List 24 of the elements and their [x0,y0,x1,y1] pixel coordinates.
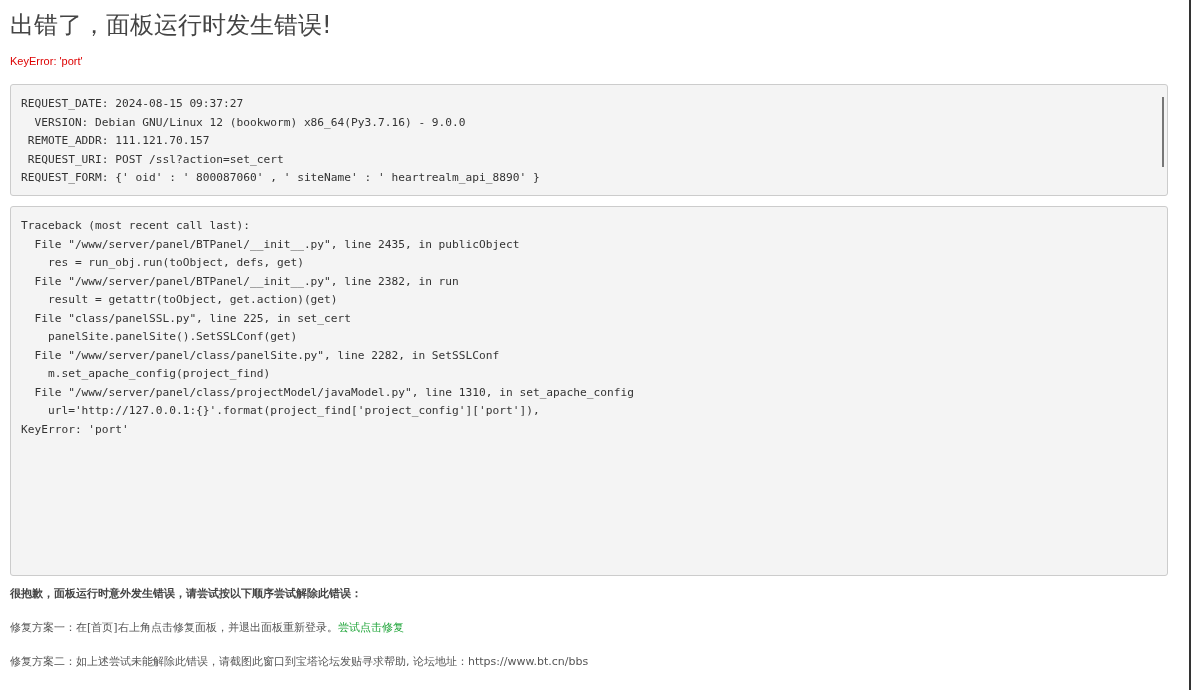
scrollbar[interactable] [1162,97,1164,167]
code-line: res = run_obj.run(toObject, defs, get) [46,255,305,271]
repair-link[interactable]: 尝试点击修复 [337,621,404,634]
code-line: url='http://127.0.0.1:{}'.format(project_find['project_config']['port']), [46,403,541,419]
code-line: REQUEST_URI: POST /ssl?action=set_cert [26,151,285,168]
fix-text: 修复方案一：在[首页]右上角点击修复面板，并退出面板重新登录。 [10,621,338,634]
code-line: Traceback (most recent call last): [21,218,251,234]
code-line: File "/www/server/panel/BTPanel/__init__.py", line 2382, in run [33,273,460,290]
apology-text: 很抱歉，面板运行时意外发生错误，请尝试按以下顺序尝试解除此错误： [10,586,363,601]
code-line: File "/www/server/panel/class/projectModel/javaModel.py", line 1310, in set_apache_config [33,384,635,401]
code-line: REQUEST_DATE: 2024-08-15 09:37:27 [21,96,245,112]
code-line: File "/www/server/panel/BTPanel/__init__.py", line 2435, in publicObject [33,236,521,253]
code-line: REMOTE_ADDR: 111.121.70.157 [26,133,211,149]
code-line: File "class/panelSSL.py", line 225, in set_cert [33,310,353,327]
code-line: REQUEST_FORM: {' oid' : ' 800087060' , ' siteName' : ' heartrealm_api_8890' } [21,170,541,186]
error-message: KeyError: 'port' [10,55,84,67]
code-line: m.set_apache_config(project_find) [46,366,272,382]
code-line: File "/www/server/panel/class/panelSite.py", line 2282, in SetSSLConf [33,347,501,364]
code-line: panelSite.panelSite().SetSSLConf(get) [46,329,299,345]
page-title: 出错了，面板运行时发生错误! [10,10,333,41]
code-line: KeyError: 'port' [21,421,130,438]
code-line: result = getattr(toObject, get.action)(get) [46,292,339,308]
code-line: VERSION: Debian GNU/Linux 12 (bookworm) x86_64(Py3.7.16) - 9.0.0 [33,114,467,131]
fix-text: 修复方案二：如上述尝试未能解除此错误，请截图此窗口到宝塔论坛发贴寻求帮助, 论坛地址：https://www.bt.cn/bbs [10,654,590,669]
